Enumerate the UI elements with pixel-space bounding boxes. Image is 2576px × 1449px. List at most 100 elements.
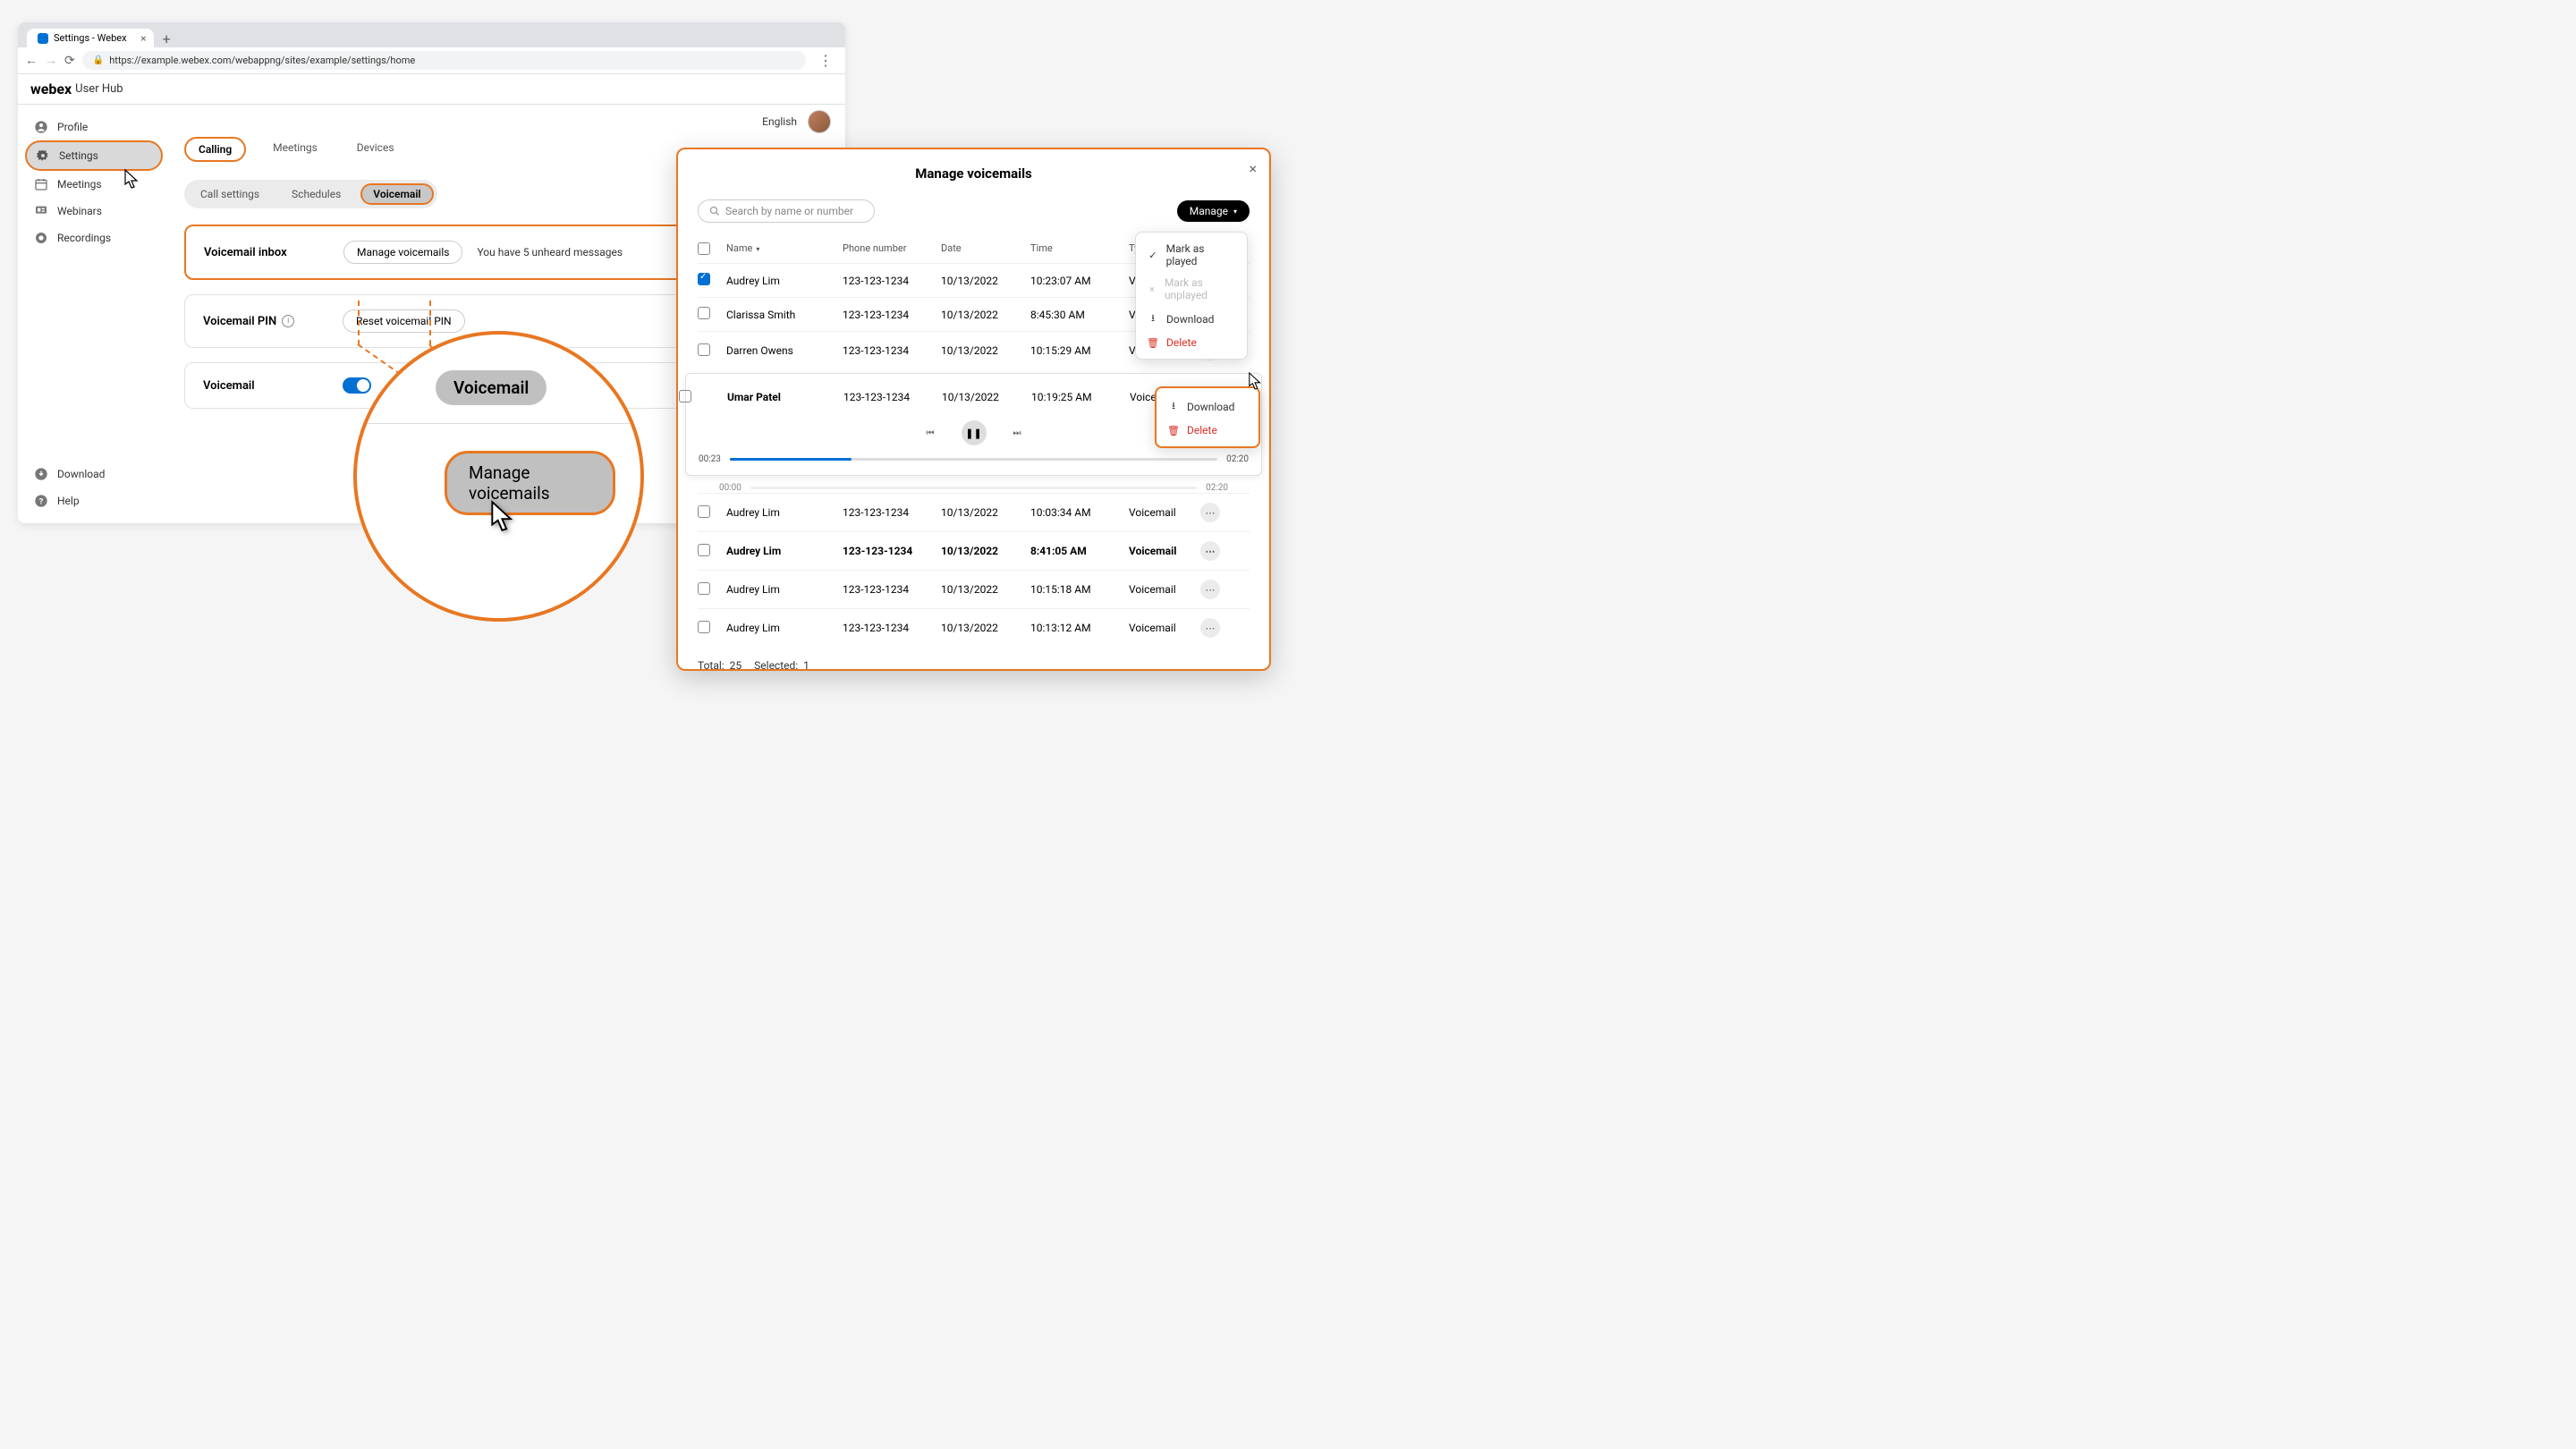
tab-meetings[interactable]: Meetings: [260, 137, 330, 162]
search-input[interactable]: Search by name or number: [698, 199, 875, 223]
calendar-icon: [34, 177, 48, 191]
cell-name: Audrey Lim: [726, 583, 843, 596]
sidebar-item-help[interactable]: ? Help: [25, 487, 163, 514]
menu-download[interactable]: ⭳ Download: [1136, 306, 1247, 332]
lens-voicemail-tab: Voicemail: [436, 370, 547, 405]
row-more-icon[interactable]: ⋯: [1200, 580, 1220, 599]
menu-label: Download: [1187, 401, 1234, 413]
row-checkbox[interactable]: [698, 307, 710, 319]
table-row[interactable]: Audrey Lim 123-123-1234 10/13/2022 8:41:…: [698, 531, 1250, 570]
manage-dropdown-button[interactable]: Manage ▾: [1177, 200, 1250, 222]
menu-label: Delete: [1187, 424, 1217, 436]
row-more-icon[interactable]: ⋯: [1200, 541, 1220, 561]
select-all-checkbox[interactable]: [698, 242, 710, 255]
cell-name: Darren Owens: [726, 344, 843, 357]
row-checkbox[interactable]: [698, 582, 710, 595]
gear-icon: [36, 148, 50, 163]
pause-button[interactable]: ❚❚: [962, 420, 987, 445]
menu-delete[interactable]: 🗑 Delete: [1157, 419, 1258, 441]
avatar[interactable]: [808, 110, 831, 133]
total-label: Total:: [698, 659, 724, 672]
row-checkbox[interactable]: [698, 273, 710, 285]
download-icon: [34, 467, 48, 481]
tab-calling[interactable]: Calling: [184, 137, 246, 162]
cell-phone: 123-123-1234: [843, 275, 941, 287]
manage-voicemails-button[interactable]: Manage voicemails: [343, 241, 462, 264]
row-more-icon[interactable]: ⋯: [1200, 618, 1220, 638]
subtab-call-settings[interactable]: Call settings: [188, 183, 272, 205]
table-row[interactable]: Audrey Lim 123-123-1234 10/13/2022 10:13…: [698, 608, 1250, 647]
close-tab-icon[interactable]: ×: [140, 32, 146, 45]
cell-type: Voicemail: [1129, 506, 1200, 519]
card-label: Voicemail PIN: [203, 315, 276, 328]
browser-tab[interactable]: Settings - Webex ×: [27, 29, 154, 47]
cell-time: 10:15:29 AM: [1030, 344, 1129, 357]
row-checkbox[interactable]: [698, 343, 710, 356]
cell-time: 10:19:25 AM: [1031, 391, 1130, 403]
reload-icon[interactable]: ⟳: [64, 54, 75, 68]
modal-footer: Total: 25 Selected: 1: [698, 659, 1250, 672]
sub-tabs: Call settings Schedules Voicemail: [184, 180, 437, 208]
reset-pin-button[interactable]: Reset voicemail PIN: [343, 309, 465, 333]
total-time: 02:20: [1226, 454, 1249, 464]
chevron-down-icon: ▾: [1233, 208, 1237, 216]
new-tab-button[interactable]: +: [154, 30, 180, 47]
sidebar-item-profile[interactable]: Profile: [25, 114, 163, 140]
cell-date: 10/13/2022: [941, 309, 1030, 321]
skip-back-icon[interactable]: ⏮: [927, 428, 935, 438]
menu-download[interactable]: ⭳ Download: [1157, 394, 1258, 419]
col-date[interactable]: Date: [941, 242, 1030, 258]
tab-devices[interactable]: Devices: [344, 137, 407, 162]
sidebar: Profile Settings Meetings Webinars Recor…: [18, 105, 170, 523]
webex-favicon-icon: [38, 33, 48, 44]
player-progress-bar[interactable]: 00:23 02:20: [699, 454, 1249, 464]
sidebar-item-settings[interactable]: Settings: [25, 140, 163, 171]
sidebar-item-meetings[interactable]: Meetings: [25, 171, 163, 198]
col-time[interactable]: Time: [1030, 242, 1129, 258]
row-more-icon[interactable]: ⋯: [1200, 503, 1220, 522]
skip-forward-icon[interactable]: ⏭: [1013, 428, 1021, 438]
sidebar-item-download[interactable]: Download: [25, 461, 163, 487]
sidebar-item-label: Meetings: [57, 178, 102, 191]
secondary-progress-bar: 00:00 02:20: [698, 483, 1250, 493]
cell-time: 10:03:34 AM: [1030, 506, 1129, 519]
url-field[interactable]: 🔒 https://example.webex.com/webappng/sit…: [82, 51, 806, 70]
menu-delete[interactable]: 🗑 Delete: [1136, 332, 1247, 353]
back-icon[interactable]: ←: [25, 53, 38, 68]
sidebar-item-label: Profile: [57, 121, 88, 133]
subtab-schedules[interactable]: Schedules: [279, 183, 353, 205]
cell-time: 8:45:30 AM: [1030, 309, 1129, 321]
table-row[interactable]: Audrey Lim 123-123-1234 10/13/2022 10:15…: [698, 570, 1250, 608]
row-checkbox[interactable]: [698, 621, 710, 633]
brand-name: webex: [30, 80, 72, 97]
sidebar-item-recordings[interactable]: Recordings: [25, 225, 163, 251]
cell-date: 10/13/2022: [941, 275, 1030, 287]
menu-mark-played[interactable]: ✓ Mark as played: [1136, 238, 1247, 272]
cell-name: Audrey Lim: [726, 622, 843, 634]
search-placeholder: Search by name or number: [725, 205, 853, 217]
subtab-voicemail[interactable]: Voicemail: [360, 183, 433, 205]
help-icon: ?: [34, 494, 48, 508]
row-checkbox[interactable]: [698, 544, 710, 556]
table-row[interactable]: Audrey Lim 123-123-1234 10/13/2022 10:03…: [698, 493, 1250, 531]
language-selector[interactable]: English: [762, 115, 797, 128]
browser-address-bar: ← → ⟳ 🔒 https://example.webex.com/webapp…: [18, 47, 845, 74]
info-icon[interactable]: i: [282, 315, 294, 327]
row-checkbox[interactable]: [679, 390, 691, 402]
menu-mark-unplayed: × Mark as unplayed: [1136, 272, 1247, 306]
menu-label: Download: [1166, 313, 1214, 326]
cell-date: 10/13/2022: [941, 583, 1030, 596]
cursor-icon: [489, 499, 518, 537]
search-icon: [709, 206, 720, 216]
col-phone[interactable]: Phone number: [843, 242, 941, 258]
row-checkbox[interactable]: [698, 505, 710, 518]
sidebar-item-label: Webinars: [57, 205, 102, 217]
row-action-menu: ⭳ Download 🗑 Delete: [1155, 386, 1260, 448]
col-name[interactable]: Name▾: [726, 242, 843, 258]
browser-menu-icon[interactable]: ⋮: [813, 52, 838, 69]
forward-icon[interactable]: →: [45, 53, 57, 68]
elapsed-time: 00:23: [699, 454, 721, 464]
browser-tab-title: Settings - Webex: [54, 32, 127, 44]
sidebar-item-webinars[interactable]: Webinars: [25, 198, 163, 225]
close-modal-icon[interactable]: ×: [1249, 160, 1257, 177]
